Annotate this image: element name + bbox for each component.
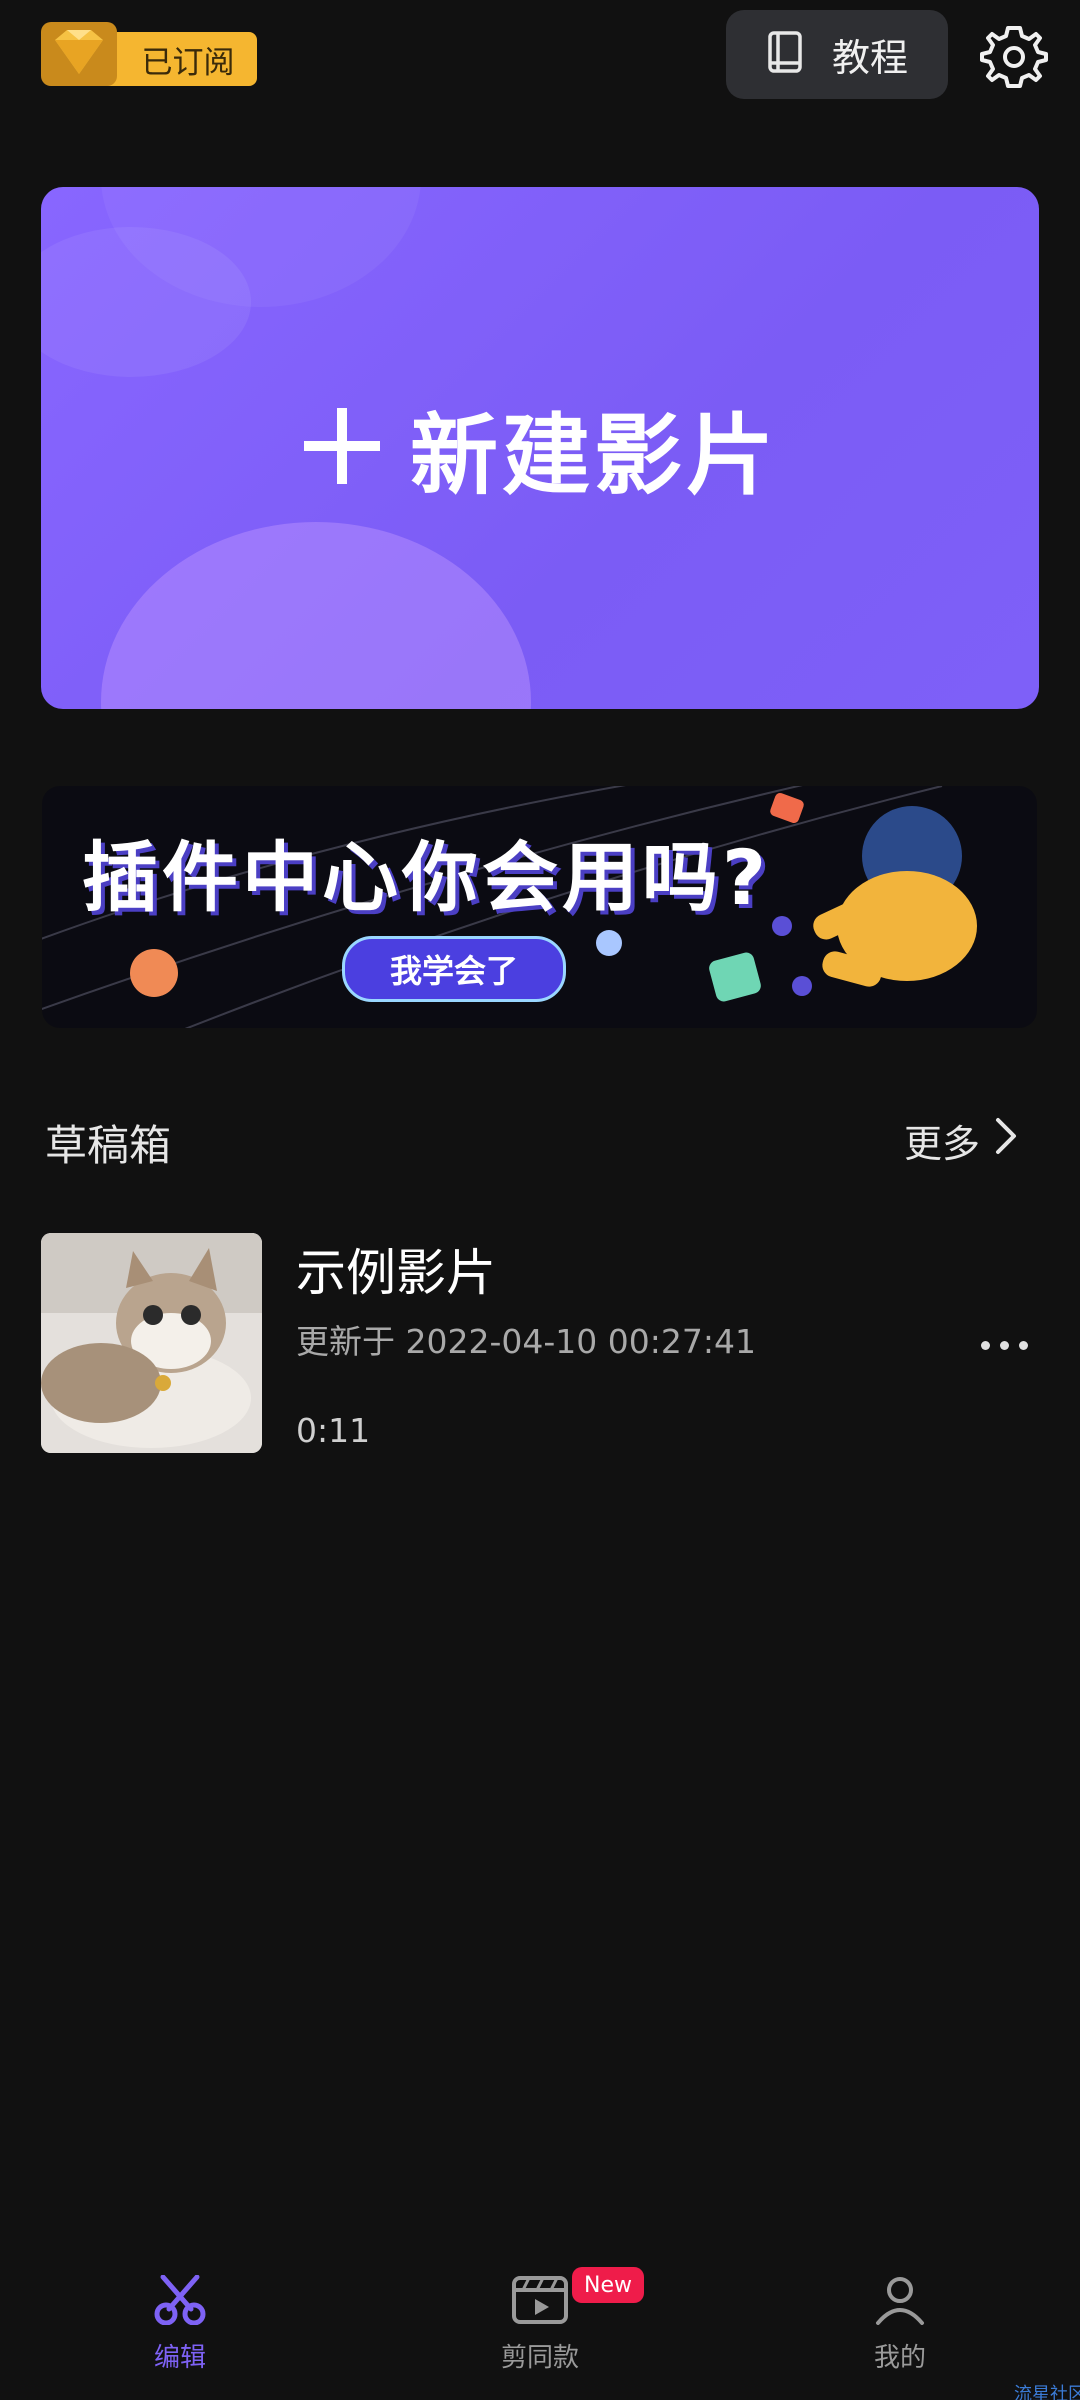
draft-updated-time: 更新于 2022-04-10 00:27:41 — [296, 1322, 756, 1361]
subscription-pill: 已订阅 — [97, 32, 257, 86]
plus-icon — [302, 406, 382, 490]
person-icon — [873, 2275, 927, 2329]
gear-icon[interactable] — [980, 22, 1048, 90]
app-screen: 已订阅 教程 新建影片 插件中心你会用吗? 我学会了 草稿箱 更多 示例影片 更… — [0, 0, 1080, 2400]
banner-title: 插件中心你会用吗? — [82, 833, 771, 922]
bottom-nav: 编辑 剪同款 New 我的 — [0, 2250, 1080, 2400]
nav-edit[interactable]: 编辑 — [80, 2274, 280, 2374]
nav-profile-label: 我的 — [873, 2343, 926, 2373]
subscription-label: 已订阅 — [141, 44, 235, 81]
new-badge: New — [572, 2267, 644, 2303]
new-project-label: 新建影片 — [409, 403, 778, 507]
diamond-icon — [41, 22, 117, 86]
nav-template-label: 剪同款 — [500, 2343, 579, 2373]
banner-learned-button[interactable]: 我学会了 — [342, 936, 566, 1002]
chevron-right-icon — [994, 1116, 1018, 1165]
book-icon — [766, 30, 806, 80]
new-project-content: 新建影片 — [41, 187, 1039, 709]
more-label: 更多 — [904, 1121, 981, 1166]
nav-profile[interactable]: 我的 — [800, 2275, 1000, 2374]
drafts-more-button[interactable]: 更多 — [904, 1112, 1018, 1168]
draft-name: 示例影片 — [296, 1244, 496, 1302]
tutorial-button[interactable]: 教程 — [726, 10, 948, 99]
drafts-section-title: 草稿箱 — [45, 1121, 172, 1170]
nav-edit-label: 编辑 — [153, 2343, 206, 2373]
cat-thumbnail-image — [41, 1233, 262, 1453]
tutorial-label: 教程 — [831, 36, 908, 80]
new-project-card[interactable]: 新建影片 — [41, 187, 1039, 709]
draft-duration: 0:11 — [296, 1411, 371, 1450]
clapperboard-icon — [511, 2275, 569, 2329]
draft-thumbnail — [41, 1233, 262, 1453]
scissors-icon — [153, 2274, 207, 2329]
banner-button-label: 我学会了 — [389, 952, 518, 990]
plugin-center-banner[interactable]: 插件中心你会用吗? 我学会了 — [42, 786, 1037, 1028]
draft-list-item[interactable]: 示例影片 更新于 2022-04-10 00:27:41 0:11 — [41, 1233, 1039, 1453]
more-options-icon[interactable] — [981, 1333, 1037, 1357]
subscription-badge[interactable]: 已订阅 — [41, 22, 257, 86]
new-badge-label: New — [584, 2272, 632, 2298]
watermark-text: 流星社区 — [1014, 2384, 1080, 2400]
